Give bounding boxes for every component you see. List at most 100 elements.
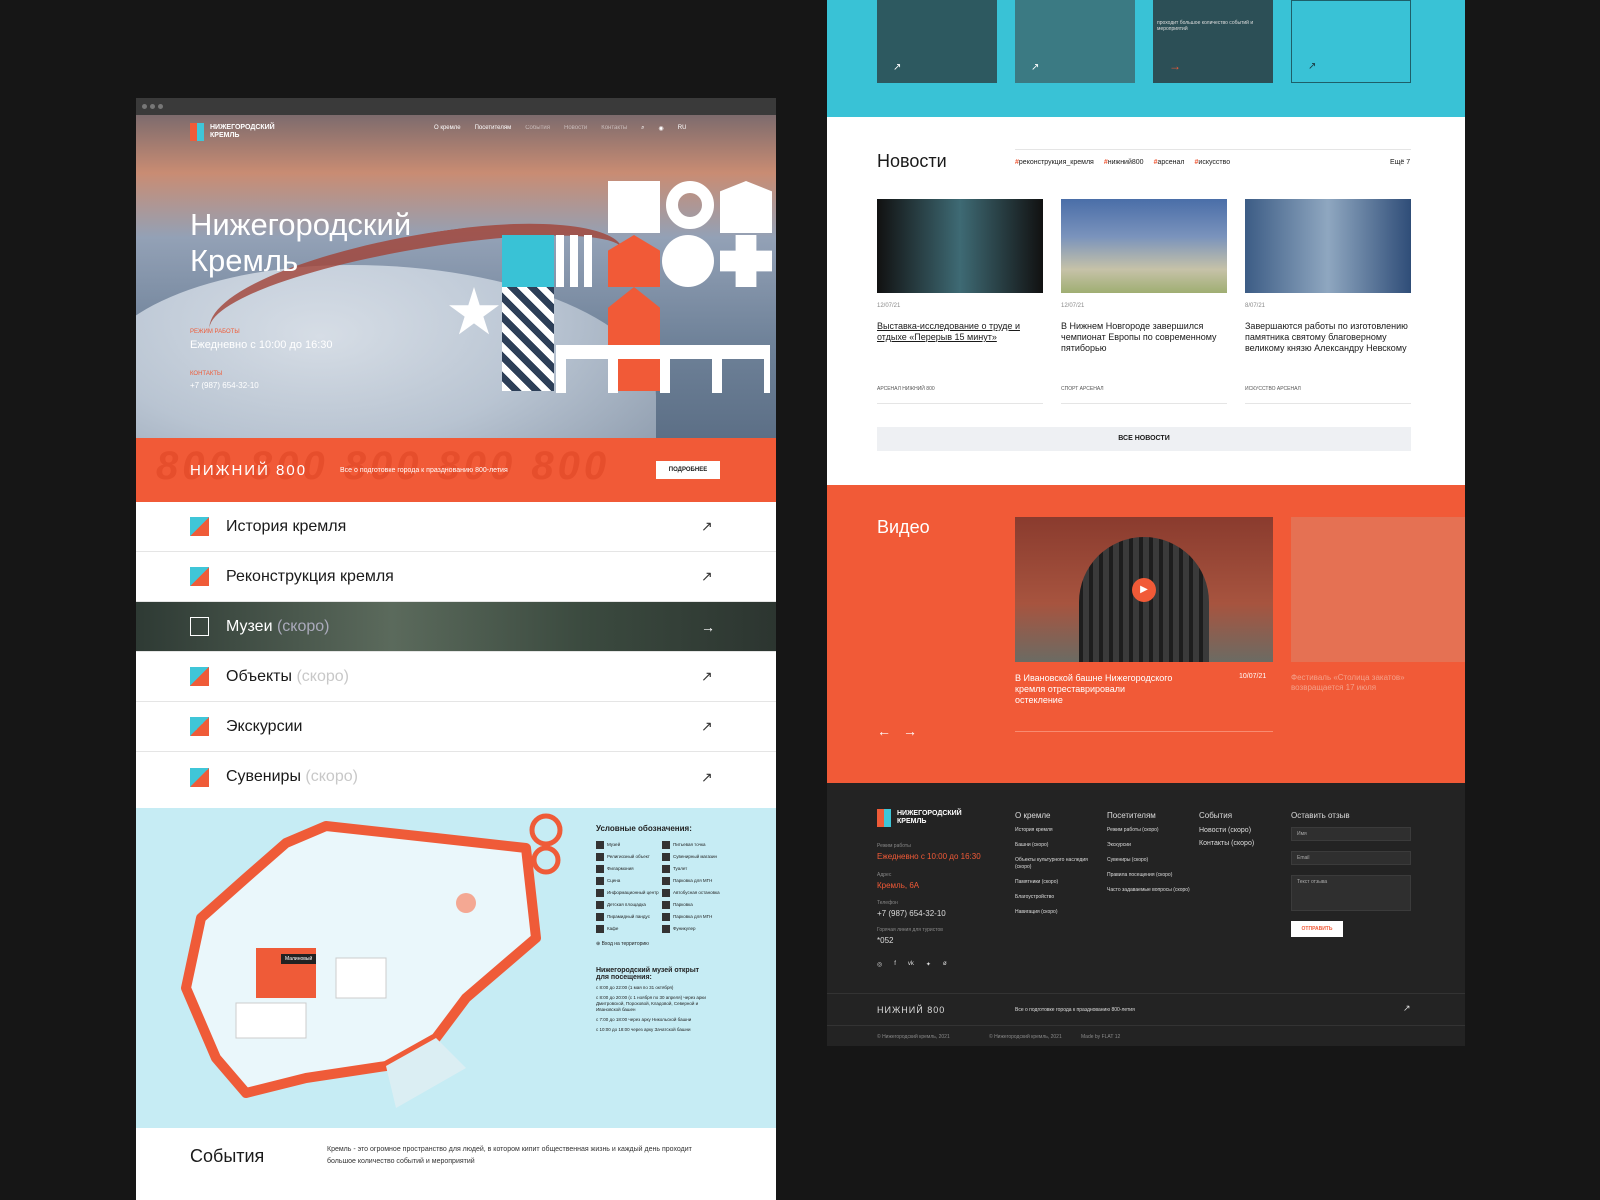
news-image[interactable] <box>877 199 1043 293</box>
video-section: Видео ▶ В Ивановской башне Нижегородског… <box>827 485 1465 783</box>
news-headline[interactable]: Выставка-исследование о труде и отдыхе «… <box>877 321 1027 343</box>
arrow-icon: ↗ <box>701 568 713 584</box>
menu-item-objects[interactable]: Объекты (скоро) ↗ <box>136 652 776 702</box>
footer-link[interactable]: Экскурсии <box>1107 842 1191 849</box>
nav-contacts[interactable]: Контакты <box>601 125 627 132</box>
arrow-icon: ↗ <box>1308 61 1317 72</box>
footer-link[interactable]: Режим работы (скоро) <box>1107 827 1191 834</box>
nav-news[interactable]: Новости <box>564 125 587 132</box>
twitter-icon[interactable]: ✦ <box>926 961 931 968</box>
footer-link[interactable]: Сувениры (скоро) <box>1107 857 1191 864</box>
footer-link[interactable]: Навигация (скоро) <box>1015 909 1095 916</box>
legend-item: Туалет <box>662 865 728 873</box>
footer-short: *052 <box>877 936 894 945</box>
arrow-icon[interactable]: ↗ <box>1403 1003 1411 1014</box>
events-strip: ↗ ↗ проходит большое количество событий … <box>827 0 1465 117</box>
legend-item: Фуникулер <box>662 925 728 933</box>
legend-item: Музей <box>596 841 662 849</box>
banner-more-button[interactable]: ПОДРОБНЕЕ <box>656 461 720 479</box>
feedback-textarea[interactable]: Текст отзыва <box>1291 875 1411 911</box>
legend-icon <box>596 901 604 909</box>
video-thumbnail[interactable] <box>1291 517 1465 662</box>
footer-logo[interactable]: НИЖЕГОРОДСКИЙ КРЕМЛЬ <box>877 809 967 827</box>
prev-arrow-icon[interactable]: ← <box>877 723 891 739</box>
nizhny800-logo: НИЖНИЙ 800 <box>190 462 308 479</box>
video-title: Видео <box>877 517 930 537</box>
menu-item-souvenirs[interactable]: Сувениры (скоро) ↗ <box>136 752 776 802</box>
menu-item-history[interactable]: История кремля ↗ <box>136 502 776 552</box>
video-date: 10/07/21 <box>1239 673 1267 680</box>
footer-link[interactable]: Памятники (скоро) <box>1015 879 1095 886</box>
made-by[interactable]: Made by FLAT 12 <box>1081 1034 1120 1040</box>
nav-visitors[interactable]: Посетителям <box>475 125 512 132</box>
arrow-right-icon: → <box>1169 59 1181 73</box>
footer-link[interactable]: Контакты (скоро) <box>1199 840 1283 847</box>
footer-link[interactable]: Правила посещения (скоро) <box>1107 872 1191 879</box>
nav-events[interactable]: События <box>525 125 550 132</box>
legend-icon <box>596 889 604 897</box>
event-card[interactable]: проходит большое количество событий и ме… <box>1153 0 1273 83</box>
nav-about[interactable]: О кремле <box>434 125 461 132</box>
menu-item-tours[interactable]: Экскурсии ↗ <box>136 702 776 752</box>
next-arrow-icon[interactable]: → <box>903 723 917 739</box>
instagram-icon[interactable]: ◎ <box>877 961 882 968</box>
event-card[interactable]: ↗ <box>877 0 997 83</box>
menu-item-reconstruction[interactable]: Реконструкция кремля ↗ <box>136 552 776 602</box>
footer-link[interactable]: Объекты культурного наследия (скоро) <box>1015 857 1095 871</box>
legend-item: Пирамидный пандус <box>596 913 662 921</box>
event-card[interactable]: ↗ <box>1015 0 1135 83</box>
tag-link[interactable]: #арсенал <box>1154 159 1185 166</box>
hours-label: Режим работы <box>190 329 240 335</box>
hero-title: Нижегородский Кремль <box>190 207 412 278</box>
footer-link[interactable]: Благоустройство <box>1015 894 1095 901</box>
legend-item: Религиозный объект <box>596 853 662 861</box>
tag-link[interactable]: #нижний800 <box>1104 159 1144 166</box>
ok-icon[interactable]: ø <box>943 961 947 968</box>
hours-value: Ежедневно с 10:00 до 16:30 <box>190 339 333 351</box>
footer-hours: Ежедневно с 10:00 до 16:30 <box>877 852 981 861</box>
email-input[interactable]: Email <box>1291 851 1411 865</box>
news-image[interactable] <box>1061 199 1227 293</box>
eye-icon[interactable]: ◉ <box>659 125 664 132</box>
play-icon[interactable]: ▶ <box>1132 578 1156 602</box>
site-logo[interactable]: НИЖЕГОРОДСКИЙ КРЕМЛЬ <box>190 123 275 141</box>
more-tags-link[interactable]: Ещё 7 <box>1390 159 1410 166</box>
vk-icon[interactable]: vk <box>908 961 914 968</box>
arrow-icon: ↗ <box>893 62 902 73</box>
footer-link[interactable]: История кремля <box>1015 827 1095 834</box>
facebook-icon[interactable]: f <box>894 961 896 968</box>
video-caption[interactable]: В Ивановской башне Нижегородского кремля… <box>1015 673 1175 706</box>
tag-link[interactable]: #искусство <box>1195 159 1231 166</box>
name-input[interactable]: Имя <box>1291 827 1411 841</box>
news-image[interactable] <box>1245 199 1411 293</box>
museum-hours-line: с 10:00 до 18:00 через арку Зачатской ба… <box>596 1027 691 1032</box>
legend-item: Информационный центр <box>596 889 662 897</box>
video-caption[interactable]: Фестиваль «Столица закатов» возвращается… <box>1291 673 1451 693</box>
tag-link[interactable]: #реконструкция_кремля <box>1015 159 1094 166</box>
map-graphic <box>181 813 563 1108</box>
send-button[interactable]: ОТПРАВИТЬ <box>1291 921 1343 937</box>
video-thumbnail[interactable]: ▶ <box>1015 517 1273 662</box>
tower-icon <box>190 667 209 686</box>
kremlin-map[interactable]: Малиновый Условные обозначения: Музей Пит… <box>136 808 776 1128</box>
footer-link[interactable]: Башни (скоро) <box>1015 842 1095 849</box>
nizhny800-banner: 800 800 800 800 800 НИЖНИЙ 800 Все о под… <box>136 438 776 502</box>
search-icon[interactable]: ⌕ <box>641 125 644 132</box>
nizhny800-logo[interactable]: НИЖНИЙ 800 <box>877 1005 945 1015</box>
footer-link[interactable]: Новости (скоро) <box>1199 827 1283 834</box>
news-headline[interactable]: В Нижнем Новгороде завершился чемпионат … <box>1061 321 1221 354</box>
news-headline[interactable]: Завершаются работы по изготовлению памят… <box>1245 321 1411 354</box>
arrow-icon: ↗ <box>701 718 713 734</box>
all-news-button[interactable]: ВСЕ НОВОСТИ <box>877 427 1411 451</box>
legend-icon <box>596 853 604 861</box>
menu-item-museums[interactable]: Музеи (скоро) → <box>136 602 776 652</box>
lang-switch[interactable]: RU <box>678 125 687 132</box>
footer-short-label: Горячая линия для туристов <box>877 927 943 933</box>
footer-phone-label: Телефон <box>877 900 898 906</box>
tower-icon <box>190 517 209 536</box>
footer-link[interactable]: Часто задаваемые вопросы (скоро) <box>1107 887 1191 894</box>
event-card-more[interactable]: ↗ <box>1291 0 1411 83</box>
phone-value: +7 (987) 654-32-10 <box>190 381 259 390</box>
arrow-icon: → <box>701 618 715 635</box>
legend-icon <box>662 853 670 861</box>
